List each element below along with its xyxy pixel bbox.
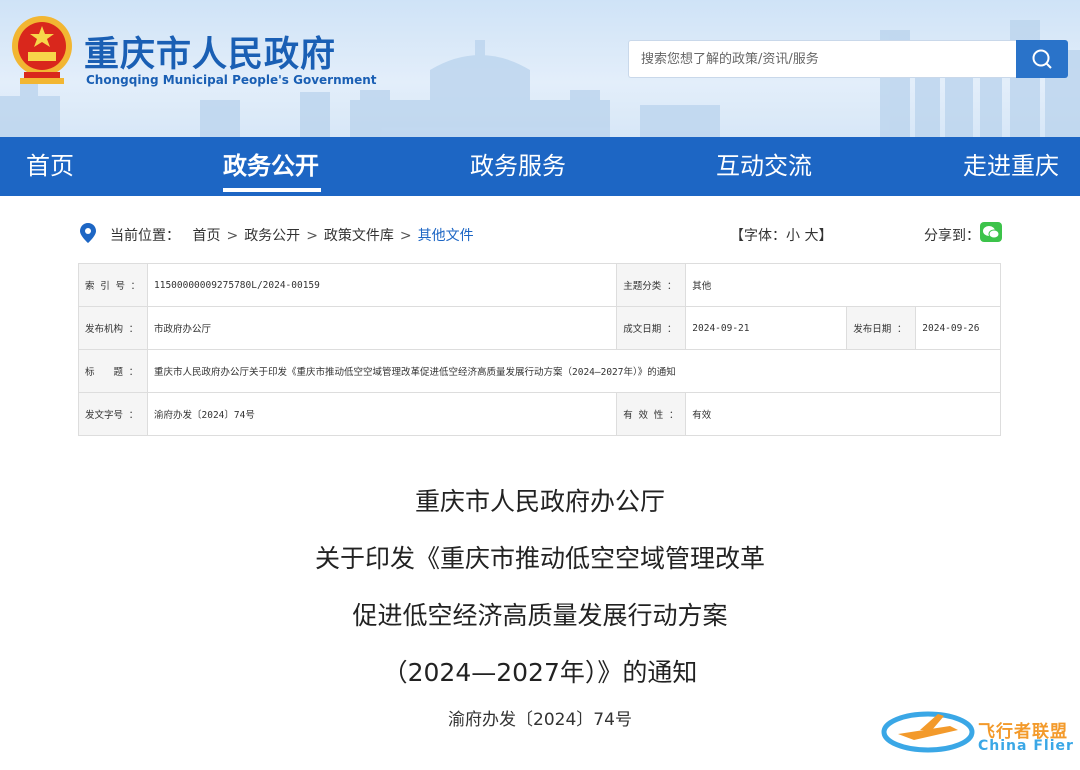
breadcrumb-separator: >	[306, 228, 318, 244]
font-size-open: 【字体：	[730, 228, 786, 244]
breadcrumb-row: 当前位置： 首页 > 政务公开 > 政策文件库 > 其他文件 【字体：小 大】 分享到：	[78, 222, 1002, 246]
written-date-value: 2024-09-21	[685, 306, 848, 350]
published-date-value: 2024-09-26	[915, 306, 1001, 350]
watermark-en: China Flier	[978, 738, 1074, 754]
table-row: 索 引 号 ： 11500000009275780L/2024-00159 主题…	[78, 263, 1001, 307]
header-banner: 重庆市人民政府 Chongqing Municipal People's Gov…	[0, 0, 1080, 137]
search-input[interactable]	[629, 41, 1016, 77]
doc-number-label: 发文字号 ：	[78, 392, 148, 436]
nav-item-interaction[interactable]: 互动交流	[716, 137, 812, 196]
document-info-table: 索 引 号 ： 11500000009275780L/2024-00159 主题…	[78, 263, 1001, 436]
breadcrumb-label: 当前位置：	[110, 228, 180, 244]
share-label: 分享到：	[924, 228, 980, 244]
doc-number-value: 渝府办发〔2024〕74号	[146, 392, 618, 436]
breadcrumb-home[interactable]: 首页	[192, 228, 220, 244]
issuer-value: 市政府办公厅	[146, 306, 618, 350]
validity-value: 有效	[685, 392, 1001, 436]
published-date-label: 发布日期 ：	[846, 306, 917, 350]
font-size-control: 【字体：小 大】	[730, 225, 832, 245]
article-title-line: 促进低空经济高质量发展行动方案	[352, 601, 728, 630]
issuer-label: 发布机构 ：	[78, 306, 148, 350]
font-size-close: 】	[818, 228, 833, 244]
table-row: 发文字号 ： 渝府办发〔2024〕74号 有 效 性 ： 有效	[78, 392, 1001, 436]
breadcrumb-gov-affairs[interactable]: 政务公开	[244, 228, 300, 244]
main-nav: 首页 政务公开 政务服务 互动交流 走进重庆	[0, 137, 1080, 196]
search-icon	[1032, 49, 1052, 69]
title-label: 标 题 ：	[78, 349, 148, 393]
site-title: 重庆市人民政府	[84, 35, 337, 75]
article-title-line: 重庆市人民政府办公厅	[414, 487, 665, 516]
title-value: 重庆市人民政府办公厅关于印发《重庆市推动低空空域管理改革促进低空经济高质量发展行…	[147, 349, 1001, 393]
index-value: 11500000009275780L/2024-00159	[146, 263, 618, 307]
nav-item-about-chongqing[interactable]: 走进重庆	[963, 137, 1059, 196]
location-pin-icon	[80, 223, 96, 243]
table-row: 标 题 ： 重庆市人民政府办公厅关于印发《重庆市推动低空空域管理改革促进低空经济…	[78, 349, 1001, 393]
breadcrumb: 当前位置： 首页 > 政务公开 > 政策文件库 > 其他文件	[110, 225, 474, 245]
search-box	[628, 40, 1016, 78]
font-size-small-button[interactable]: 小	[786, 228, 800, 244]
written-date-label: 成文日期 ：	[616, 306, 687, 350]
validity-label: 有 效 性 ：	[616, 392, 687, 436]
nav-active-indicator	[223, 188, 321, 192]
national-emblem-icon	[12, 16, 72, 84]
font-size-large-button[interactable]: 大	[804, 228, 818, 244]
topic-value: 其他	[685, 263, 1001, 307]
index-label: 索 引 号 ：	[78, 263, 148, 307]
breadcrumb-policy-library[interactable]: 政策文件库	[324, 228, 394, 244]
breadcrumb-separator: >	[226, 228, 239, 244]
breadcrumb-separator: >	[399, 228, 412, 244]
nav-item-services[interactable]: 政务服务	[470, 137, 566, 196]
article-title-line: 关于印发《重庆市推动低空空域管理改革	[314, 544, 765, 573]
breadcrumb-other-files[interactable]: 其他文件	[418, 228, 474, 244]
article-header: 重庆市人民政府办公厅 关于印发《重庆市推动低空空域管理改革 促进低空经济高质量发…	[0, 480, 1080, 730]
nav-item-home[interactable]: 首页	[26, 137, 74, 196]
topic-label: 主题分类 ：	[616, 263, 687, 307]
wechat-share-icon[interactable]	[980, 222, 1002, 242]
table-row: 发布机构 ： 市政府办公厅 成文日期 ： 2024-09-21 发布日期 ： 2…	[78, 306, 1001, 350]
search-button[interactable]	[1016, 40, 1068, 78]
site-subtitle: Chongqing Municipal People's Government	[86, 73, 377, 87]
